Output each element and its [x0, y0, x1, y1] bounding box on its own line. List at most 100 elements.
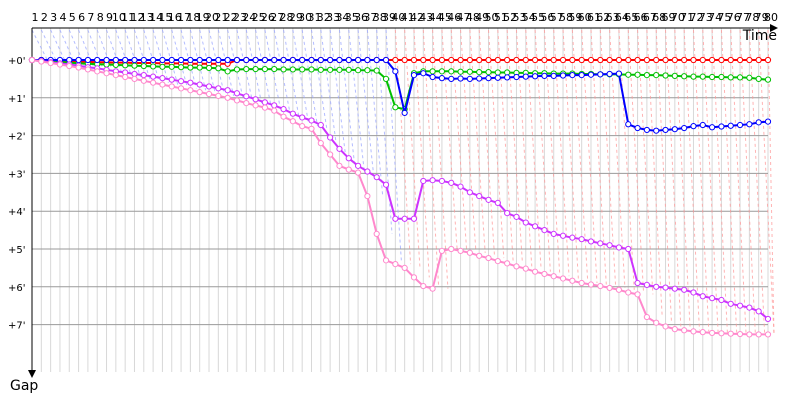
- data-point: [196, 89, 203, 96]
- data-point: [494, 69, 501, 76]
- data-point: [429, 56, 436, 64]
- data-point: [550, 56, 557, 64]
- data-point: [438, 56, 446, 64]
- data-point: [429, 285, 436, 292]
- data-point: [569, 56, 576, 64]
- data-point: [494, 74, 501, 81]
- data-point: [736, 56, 744, 64]
- data-point: [466, 249, 473, 256]
- data-point: [587, 71, 595, 78]
- data-point: [38, 58, 45, 65]
- lap-connector-line: [637, 29, 654, 295]
- data-point: [289, 118, 296, 125]
- data-point: [289, 56, 296, 64]
- data-point: [643, 56, 650, 64]
- data-point: [764, 56, 772, 64]
- data-point: [112, 72, 119, 79]
- data-point: [233, 97, 241, 104]
- data-point: [168, 76, 175, 83]
- data-point: [280, 113, 287, 120]
- data-point: [755, 331, 762, 338]
- data-point: [569, 72, 576, 79]
- x-tick-label: 2: [41, 11, 48, 24]
- data-point: [690, 73, 697, 80]
- x-tick-label: 6: [78, 11, 85, 24]
- lap-connector-line: [506, 29, 523, 264]
- data-point: [252, 56, 259, 64]
- y-tick-label: +0': [8, 56, 26, 67]
- data-point: [746, 304, 753, 311]
- data-point: [718, 123, 725, 130]
- data-point: [317, 121, 324, 129]
- data-point: [410, 56, 418, 64]
- data-point: [625, 121, 632, 128]
- data-point: [671, 326, 678, 333]
- data-point: [429, 68, 436, 75]
- data-point: [587, 238, 595, 245]
- data-point: [420, 177, 427, 185]
- data-point: [336, 162, 343, 169]
- data-point: [448, 56, 455, 64]
- data-point: [317, 66, 324, 73]
- data-point: [438, 75, 446, 82]
- data-point: [150, 79, 157, 86]
- data-point: [466, 56, 473, 64]
- lap-connector-line: [348, 29, 365, 170]
- data-point: [299, 123, 306, 130]
- data-point: [429, 73, 436, 81]
- series-line: [32, 59, 769, 132]
- data-point: [671, 285, 678, 292]
- data-point: [196, 56, 203, 64]
- data-point: [625, 245, 632, 253]
- data-point: [345, 155, 352, 162]
- data-point: [122, 62, 129, 69]
- data-point: [727, 56, 734, 64]
- data-point: [215, 92, 222, 100]
- data-point: [243, 99, 250, 107]
- data-point: [392, 56, 399, 64]
- data-point: [420, 70, 427, 77]
- data-point: [764, 118, 772, 125]
- lap-connector-line: [292, 29, 309, 122]
- data-point: [709, 73, 716, 81]
- data-point: [504, 209, 511, 217]
- data-point: [485, 68, 492, 76]
- y-tick-label: +3': [8, 169, 26, 180]
- data-point: [634, 56, 641, 64]
- data-point: [597, 56, 604, 64]
- data-point: [261, 104, 269, 111]
- data-point: [531, 268, 539, 275]
- data-point: [140, 77, 147, 84]
- data-point: [755, 119, 762, 126]
- lap-connector-line: [404, 29, 421, 268]
- data-point: [699, 329, 706, 336]
- lap-connector-line: [562, 29, 579, 279]
- lap-connector-line: [590, 29, 607, 285]
- data-point: [103, 56, 110, 64]
- data-point: [84, 66, 91, 73]
- data-point: [196, 64, 203, 71]
- data-point: [94, 68, 101, 75]
- data-point: [122, 73, 129, 81]
- data-point: [755, 56, 762, 64]
- data-point: [606, 284, 613, 292]
- data-point: [392, 68, 399, 75]
- data-point: [382, 75, 390, 83]
- data-point: [494, 199, 501, 206]
- data-point: [131, 62, 138, 69]
- data-point: [476, 252, 483, 259]
- data-point: [541, 56, 548, 64]
- data-point: [75, 56, 82, 64]
- data-point: [66, 62, 73, 70]
- data-point: [410, 72, 418, 79]
- y-tick-label: +4': [8, 207, 26, 218]
- data-point: [504, 260, 511, 267]
- data-point: [177, 78, 185, 85]
- data-point: [438, 247, 446, 254]
- data-point: [550, 72, 557, 79]
- data-point: [699, 56, 706, 64]
- data-point: [401, 109, 408, 117]
- lap-connector-line: [571, 29, 589, 281]
- data-point: [504, 74, 511, 81]
- data-point: [578, 56, 585, 64]
